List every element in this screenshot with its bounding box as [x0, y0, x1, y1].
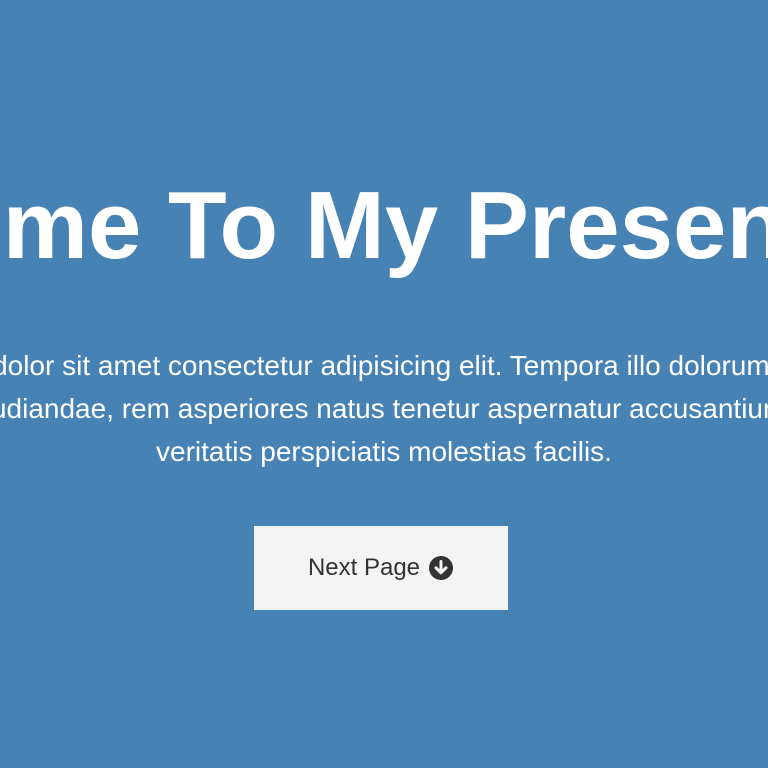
arrow-circle-down-icon [428, 555, 454, 581]
page-title: Welcome To My Presentation [0, 172, 768, 279]
next-page-button[interactable]: Next Page [254, 526, 508, 610]
intro-paragraph: Lorem ipsum dolor sit amet consectetur a… [0, 350, 768, 467]
next-page-label: Next Page [307, 554, 421, 581]
hero-section: Welcome To My Presentation Lorem ipsum d… [0, 0, 768, 768]
